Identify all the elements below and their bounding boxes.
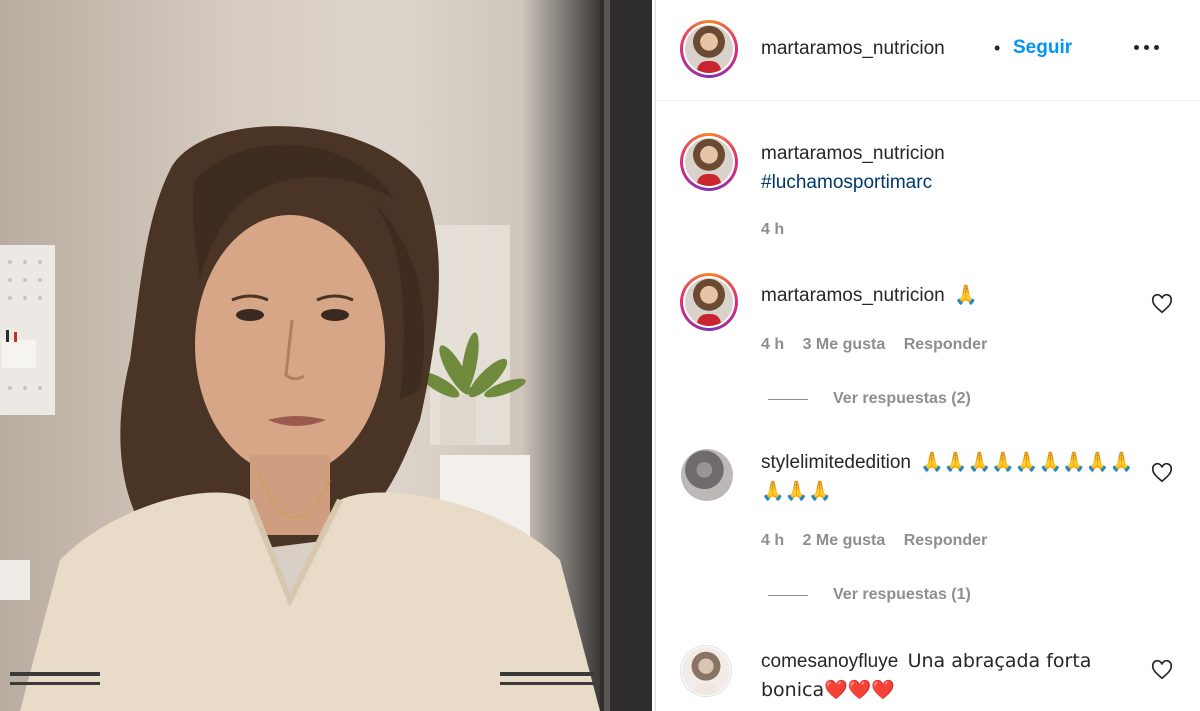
comment-avatar[interactable] — [680, 273, 738, 331]
view-replies-button[interactable]: Ver respuestas (1) — [768, 586, 971, 604]
heart-outline-icon[interactable] — [1151, 293, 1173, 315]
comment-username[interactable]: stylelimitededition — [761, 452, 911, 473]
post-media-video[interactable] — [0, 0, 652, 711]
comment-time[interactable]: 4 h — [761, 532, 784, 549]
video-frame-illustration — [0, 0, 652, 711]
comment-likes[interactable]: 2 Me gusta — [803, 532, 886, 549]
author-avatar[interactable] — [680, 20, 738, 78]
view-replies-label: Ver respuestas (2) — [833, 390, 971, 407]
comment-text: comesanoyfluye Una abraçada forta bonica… — [761, 647, 1141, 705]
caption-meta: 4 h — [761, 221, 798, 239]
caption-hashtag[interactable]: #luchamosportimarc — [761, 172, 932, 193]
heart-outline-icon[interactable] — [1151, 659, 1173, 681]
caption-text: martaramos_nutricion #luchamosportimarc — [761, 139, 1151, 197]
view-replies-button[interactable]: Ver respuestas (2) — [768, 390, 971, 408]
follow-button[interactable]: Seguir — [1013, 37, 1072, 59]
replies-line — [768, 594, 808, 596]
comment-text: stylelimitededition 🙏🙏🙏🙏🙏🙏🙏🙏🙏🙏🙏🙏 — [761, 448, 1141, 506]
more-options-icon[interactable] — [1134, 38, 1160, 54]
caption-username[interactable]: martaramos_nutricion — [761, 143, 945, 164]
comments-panel: martaramos_nutricion • Seguir martaramos… — [655, 0, 1200, 711]
comment-text: martaramos_nutricion 🙏 — [761, 281, 1151, 310]
comment-meta: 4 h 3 Me gusta Responder — [761, 336, 1001, 354]
reply-button[interactable]: Responder — [904, 532, 988, 549]
comment-avatar[interactable] — [680, 645, 732, 697]
caption-time[interactable]: 4 h — [761, 221, 784, 238]
comment-time[interactable]: 4 h — [761, 336, 784, 353]
caption-avatar[interactable] — [680, 133, 738, 191]
comment-meta: 4 h 2 Me gusta Responder — [761, 532, 1001, 550]
comment-username[interactable]: comesanoyfluye — [761, 651, 898, 672]
reply-button[interactable]: Responder — [904, 336, 988, 353]
view-replies-label: Ver respuestas (1) — [833, 586, 971, 603]
comment-username[interactable]: martaramos_nutricion — [761, 285, 945, 306]
separator-dot: • — [994, 38, 1001, 58]
comment-body: 🙏 — [954, 284, 978, 306]
comment-avatar[interactable] — [680, 448, 734, 502]
author-username[interactable]: martaramos_nutricion — [761, 38, 945, 60]
heart-outline-icon[interactable] — [1151, 462, 1173, 484]
comment-likes[interactable]: 3 Me gusta — [803, 336, 886, 353]
post-header: martaramos_nutricion • Seguir — [656, 0, 1200, 101]
replies-line — [768, 398, 808, 400]
